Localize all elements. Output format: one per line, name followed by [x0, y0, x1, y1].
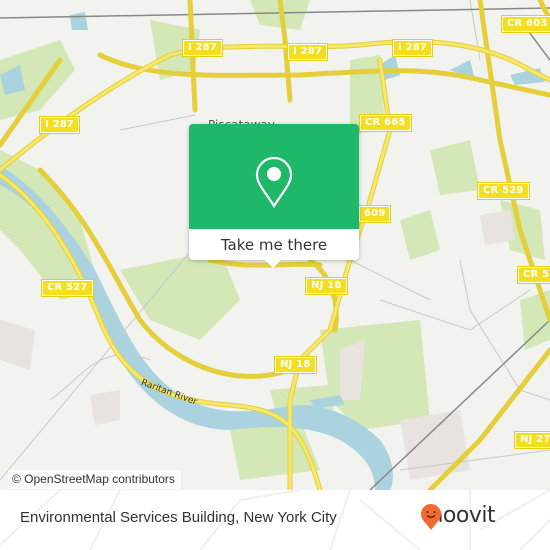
popup-header	[189, 124, 359, 229]
road-shield-cr603: CR 603	[501, 15, 550, 33]
road-shield-nj18: NJ 18	[305, 277, 348, 295]
take-me-there-button[interactable]: Take me there	[189, 229, 359, 260]
road-shield-cr527: CR 527	[41, 279, 94, 297]
road-shield-nj27: NJ 27	[514, 431, 550, 449]
map-attribution[interactable]: © OpenStreetMap contributors	[8, 470, 181, 489]
footer: Environmental Services Building, New Yor…	[0, 490, 550, 550]
location-popup: Take me there	[189, 124, 359, 268]
road-shield-i287: I 287	[391, 39, 434, 57]
map[interactable]: Piscataway I 287 I 287 I 287 I 287 CR 60…	[0, 0, 550, 490]
map-pin-icon	[255, 156, 293, 212]
location-title: Environmental Services Building, New Yor…	[20, 509, 337, 526]
road-shield-cr529: CR 529	[477, 182, 530, 200]
road-shield-i287: I 287	[286, 43, 329, 61]
moovit-logo[interactable]: moovit	[420, 503, 496, 530]
road-shield-i287: I 287	[181, 39, 224, 57]
popup-tail	[265, 260, 281, 268]
road-shield-nj18: NJ 18	[274, 356, 317, 374]
road-shield-609: 609	[357, 205, 392, 223]
road-shield-i287: I 287	[38, 116, 81, 134]
road-shield-cr52: CR 52	[516, 266, 550, 284]
road-shield-cr665: CR 665	[359, 114, 412, 132]
